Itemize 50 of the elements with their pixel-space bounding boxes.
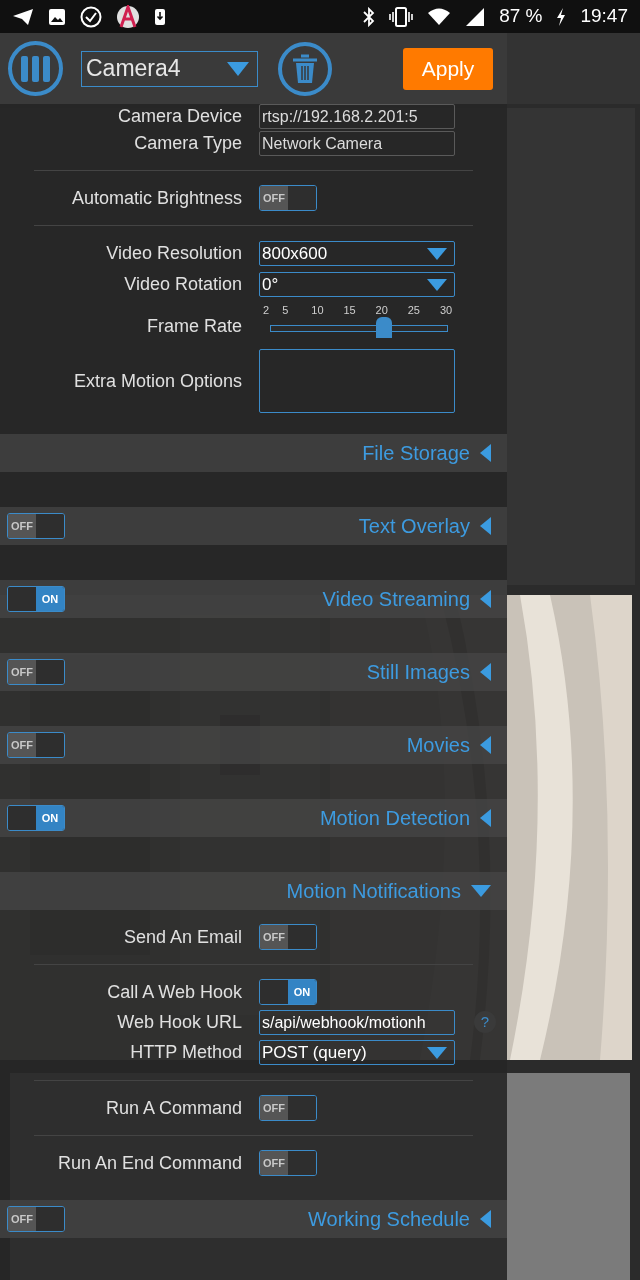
field-label: HTTP Method [129,1041,242,1064]
clock-time: 19:47 [580,4,628,29]
section-header[interactable]: OFF Working Schedule [0,1200,507,1238]
toggle-switch[interactable]: ON [259,979,317,1005]
tick-label: 5 [282,303,289,318]
help-icon[interactable]: ? [474,1011,496,1033]
toggle-switch[interactable]: OFF [259,1150,317,1176]
toggle-switch[interactable]: ON [7,805,65,831]
toggle-switch[interactable]: OFF [259,185,317,211]
tick-label: 10 [311,303,324,318]
dropdown-select[interactable]: POST (query) [259,1040,455,1065]
dropdown-select[interactable]: 0° [259,272,455,297]
toggle-switch[interactable]: OFF [259,924,317,950]
section-header[interactable]: ON Motion Detection [0,799,507,837]
tick-label: 30 [439,303,453,318]
section-header[interactable]: OFF Still Images [0,653,507,691]
field-label: Web Hook URL [116,1010,242,1034]
section-header[interactable]: File Storage [0,434,507,472]
dropdown-select[interactable]: 800x600 [259,241,455,266]
field-label: Camera Type [133,131,242,155]
field-label: Video Rotation [123,273,242,296]
field-label: Camera Device [116,104,242,128]
apply-button[interactable]: Apply [403,47,493,90]
field-label: Run An End Command [56,1151,242,1175]
tick-label: 2 [262,303,270,318]
tick-label: 25 [407,303,420,318]
battery-percent: 87 % [499,4,543,29]
field-label: Frame Rate [145,315,242,338]
toggle-switch[interactable]: OFF [259,1095,317,1121]
section-header[interactable]: Motion Notifications [0,872,507,910]
toggle-switch[interactable]: OFF [7,659,65,685]
text-field[interactable]: s/api/webhook/motionh [259,1009,455,1035]
tick-label: 20 [375,303,388,318]
toggle-switch[interactable]: OFF [7,732,65,758]
field-label: Automatic Brightness [70,186,242,210]
toggle-switch[interactable]: OFF [7,513,65,539]
toggle-switch[interactable]: ON [7,586,65,612]
section-header[interactable]: OFF Text Overlay [0,507,507,545]
text-field[interactable]: rtsp://192.168.2.201:5 [259,103,455,129]
section-header[interactable]: ON Video Streaming [0,580,507,618]
tick-label: 15 [343,303,356,318]
field-label: Extra Motion Options [72,369,242,393]
field-label: Call A Web Hook [106,980,242,1004]
field-label: Video Resolution [105,242,242,265]
text-field[interactable]: Network Camera [259,130,455,156]
field-label: Run A Command [104,1096,242,1120]
camera-select[interactable]: Camera4 [81,50,258,87]
section-header[interactable]: OFF Movies [0,726,507,764]
toggle-switch[interactable]: OFF [7,1206,65,1232]
field-label: Send An Email [122,925,242,949]
